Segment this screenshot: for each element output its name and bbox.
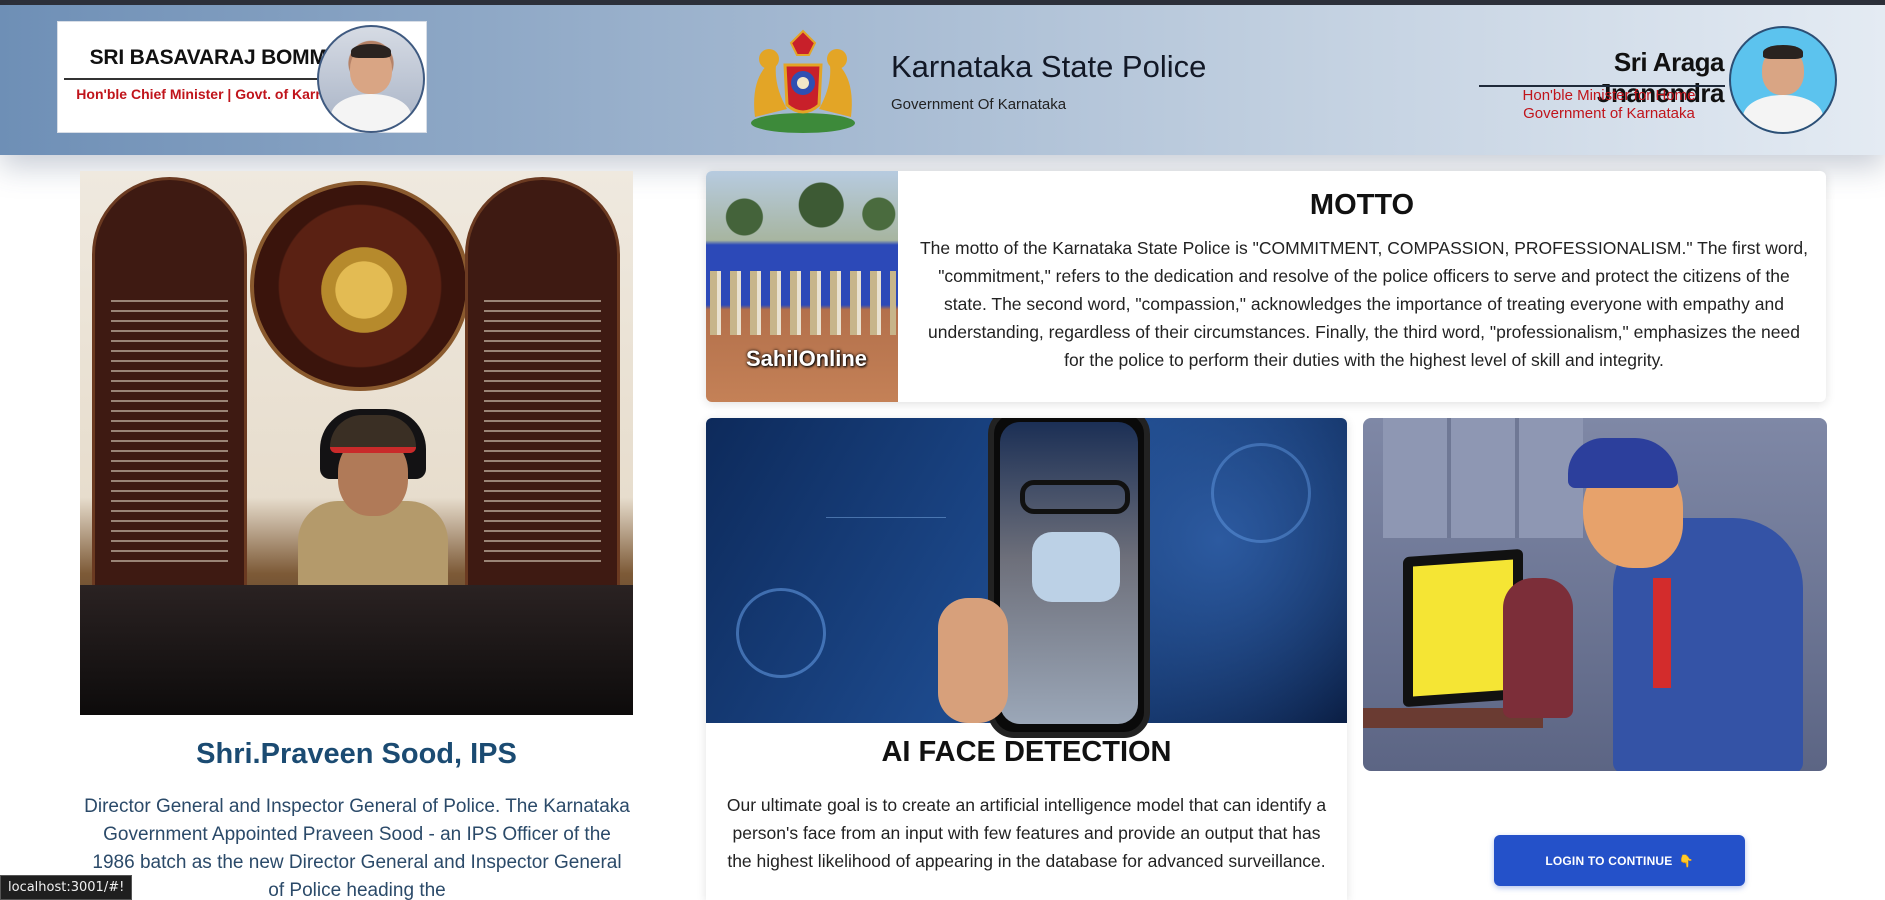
site-subtitle: Government Of Karnataka bbox=[891, 96, 1067, 113]
parade-photo: SahilOnline bbox=[706, 171, 898, 402]
motto-text: The motto of the Karnataka State Police … bbox=[919, 238, 1808, 370]
home-minister-title-line1: Hon'ble Minister for Home bbox=[1522, 87, 1696, 104]
ai-heading: AI FACE DETECTION bbox=[881, 736, 1172, 768]
home-minister-title: Hon'ble Minister for Home Government of … bbox=[1484, 87, 1734, 123]
karnataka-emblem-logo bbox=[751, 29, 855, 133]
image-watermark: SahilOnline bbox=[746, 346, 868, 371]
ai-description: Our ultimate goal is to create an artifi… bbox=[726, 795, 1327, 871]
ai-face-detection-card: AI FACE DETECTION Our ultimate goal is t… bbox=[706, 418, 1347, 900]
chief-minister-photo bbox=[317, 25, 425, 133]
login-button[interactable]: LOGIN TO CONTINUE 👇 bbox=[1494, 835, 1745, 886]
site-title: Karnataka State Police bbox=[891, 49, 1207, 84]
status-bar-url: localhost:3001/#! bbox=[0, 875, 133, 900]
login-button-label: LOGIN TO CONTINUE bbox=[1545, 853, 1673, 868]
motto-card: SahilOnline MOTTO The motto of the Karna… bbox=[706, 171, 1826, 402]
motto-heading: MOTTO bbox=[1309, 189, 1415, 221]
site-header: SRI BASAVARAJ BOMMAI Hon'ble Chief Minis… bbox=[0, 5, 1885, 155]
honour-board-right bbox=[465, 177, 620, 603]
home-minister-photo bbox=[1729, 26, 1837, 134]
director-general-photo bbox=[80, 171, 633, 715]
pointing-down-icon: 👇 bbox=[1678, 853, 1694, 868]
director-name: Shri.Praveen Sood, IPS bbox=[196, 738, 517, 770]
honour-board-left bbox=[92, 177, 247, 603]
police-crest bbox=[250, 181, 470, 391]
face-scan-illustration bbox=[706, 418, 1347, 738]
police-cartoon-illustration bbox=[1363, 418, 1827, 771]
home-minister-title-line2: Government of Karnataka bbox=[1523, 105, 1695, 122]
director-description: Director General and Inspector General o… bbox=[84, 796, 630, 900]
